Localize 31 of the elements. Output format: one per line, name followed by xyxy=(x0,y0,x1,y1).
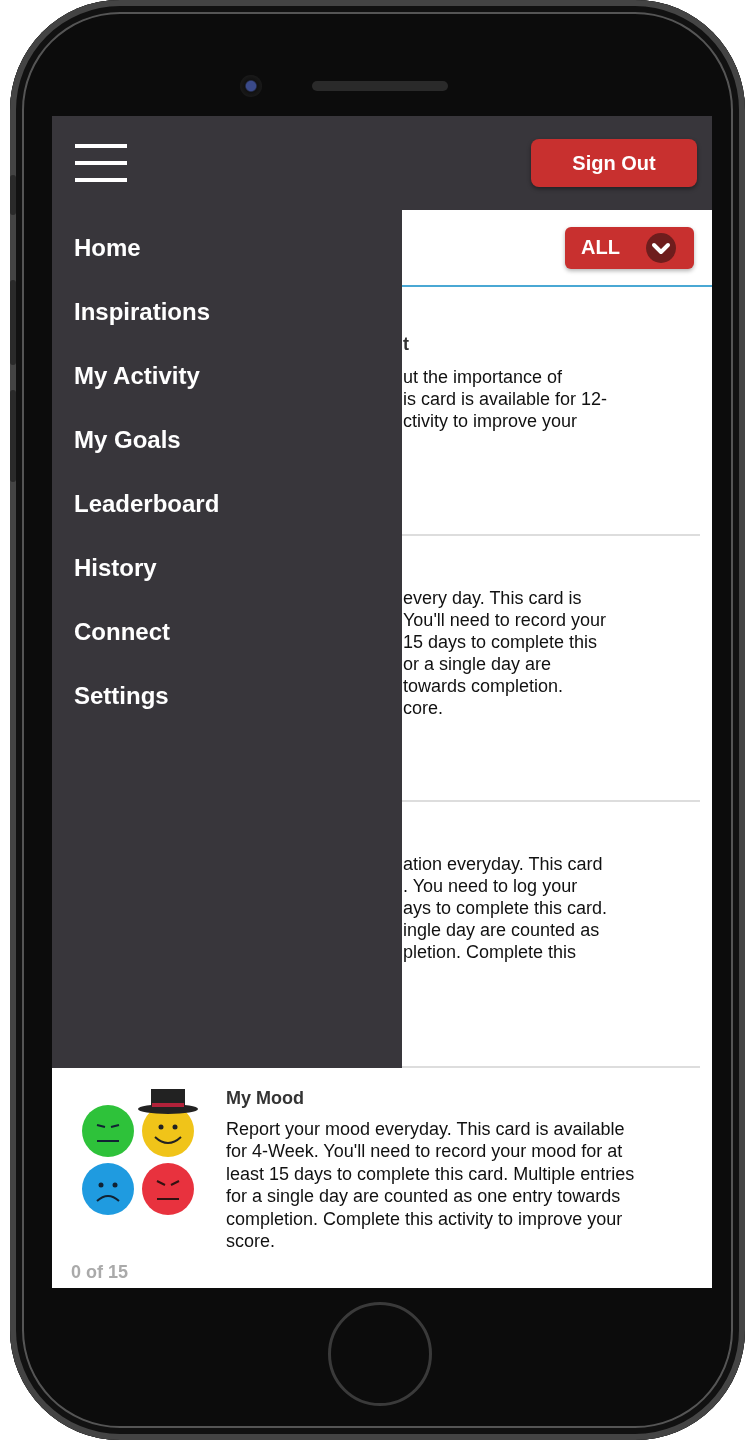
card-description: core. xyxy=(403,697,445,719)
menu-item[interactable]: History xyxy=(52,550,402,614)
menu-item[interactable]: Connect xyxy=(52,614,402,678)
card-description: ut the importance of xyxy=(403,366,564,388)
menu-item[interactable]: Settings xyxy=(52,678,402,742)
card-description: ays to complete this card. xyxy=(403,897,609,919)
camera-icon xyxy=(240,75,262,97)
card-description: pletion. Complete this xyxy=(403,941,578,963)
card-description: You'll need to record your xyxy=(403,609,607,631)
menu-item[interactable]: Home xyxy=(52,230,402,294)
sign-out-button[interactable]: Sign Out xyxy=(531,139,697,187)
menu-item[interactable]: My Activity xyxy=(52,358,402,422)
card-title: t xyxy=(403,333,410,355)
card-description: is card is available for 12- xyxy=(403,388,609,410)
card-description: ingle day are counted as xyxy=(403,919,601,941)
card-description: every day. This card is xyxy=(403,587,583,609)
menu-item[interactable]: Inspirations xyxy=(52,294,402,358)
menu-item[interactable]: Leaderboard xyxy=(52,486,402,550)
card-description: or a single day are xyxy=(403,653,553,675)
progress-count: 0 of 15 xyxy=(70,1260,130,1283)
chevron-down-icon xyxy=(645,232,676,263)
card-description: towards completion. xyxy=(403,675,565,697)
filter-dropdown[interactable]: ALL xyxy=(565,226,694,269)
card-description: Report your mood everyday. This card is available for 4-Week. You'll need to record your mood for at least 15 days to complete this card. Multiple entries for a single day are counted as one entry towards completion. Complete this activity to improve your score. xyxy=(226,1117,636,1253)
menu-item[interactable]: My Goals xyxy=(52,422,402,486)
card-title: My Mood xyxy=(226,1087,305,1110)
card-description: ctivity to improve your xyxy=(403,410,579,432)
card-description: ation everyday. This card xyxy=(403,853,604,875)
menu-icon[interactable] xyxy=(75,144,127,182)
card-description: 15 days to complete this xyxy=(403,631,599,653)
card-description: . You need to log your xyxy=(403,875,579,897)
